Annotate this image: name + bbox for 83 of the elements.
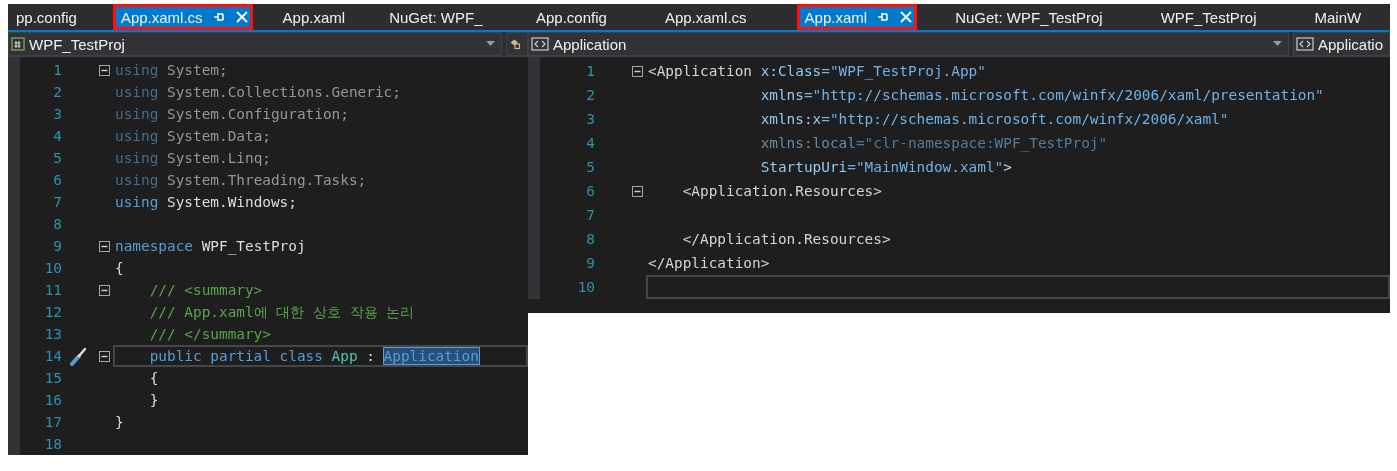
line-number: 10	[43, 260, 62, 276]
line-number: 4	[52, 128, 62, 144]
document-tab[interactable]: App.xaml.cs	[112, 4, 253, 30]
dropdown-arrow-icon	[1272, 41, 1282, 47]
code-brackets-icon	[531, 37, 549, 51]
pin-icon[interactable]	[877, 11, 890, 23]
line-number: 4	[585, 135, 595, 151]
line-number: 14	[43, 348, 62, 364]
line-number: 1	[52, 62, 62, 78]
code-line: using System.Data;	[114, 127, 272, 146]
line-number: 2	[585, 87, 595, 103]
code-line: using System.Configuration;	[114, 105, 350, 124]
code-line: <Application x:Class="WPF_TestProj.App"	[647, 62, 987, 82]
collapse-icon[interactable]	[631, 65, 643, 77]
code-line: xmlns="http://schemas.microsoft.com/winfx/2006/xaml/presentation"	[759, 86, 1325, 105]
line-number: 5	[52, 150, 62, 166]
code-line: xmlns:local="clr-namespace:WPF_TestProj"	[759, 134, 1109, 154]
document-tab[interactable]: App.xaml.cs	[656, 4, 767, 30]
code-line: xmlns:x="http://schemas.microsoft.com/winfx/2006/xaml"	[759, 110, 1230, 129]
line-number: 9	[52, 238, 62, 254]
collapse-icon[interactable]	[631, 185, 643, 197]
code-line: using System.Collections.Generic;	[114, 83, 402, 102]
document-tab[interactable]: WPF_TestProj	[1152, 4, 1277, 30]
document-tab[interactable]: pp.config	[8, 4, 91, 30]
code-line: </Application>	[647, 254, 771, 273]
line-number: 9	[585, 255, 595, 271]
line-number: 15	[43, 370, 62, 386]
code-line: StartupUri="MainWindow.xaml">	[759, 158, 1013, 177]
line-number: 3	[52, 106, 62, 122]
code-line: using System;	[114, 61, 229, 80]
code-line: </Application.Resources>	[681, 230, 892, 249]
code-brackets-icon	[1295, 37, 1314, 51]
document-tab[interactable]: App.xaml	[274, 4, 360, 30]
code-line: /// App.xaml에 대한 상호 작용 논리	[148, 302, 416, 322]
navigation-dropdown[interactable]: Applicatio	[1292, 32, 1390, 56]
line-number: 7	[585, 207, 595, 223]
line-number: 17	[43, 414, 62, 430]
close-icon[interactable]	[899, 10, 914, 24]
line-number: 7	[52, 194, 62, 210]
code-line: /// </summary>	[148, 325, 272, 344]
code-line: /// <summary>	[148, 281, 264, 300]
dropdown-label: Application	[553, 35, 628, 53]
line-number: 11	[43, 282, 62, 298]
code-line: {	[114, 259, 125, 278]
code-line: }	[114, 413, 125, 432]
code-line: <Application.Resources>	[681, 182, 883, 201]
document-tab[interactable]: NuGet: WPF_	[381, 4, 497, 30]
csharp-file-icon	[11, 37, 25, 51]
line-number: 1	[585, 63, 595, 79]
line-number: 2	[52, 84, 62, 100]
navigation-dropdown[interactable]: WPF_TestProj	[8, 32, 502, 56]
code-line: using System.Linq;	[114, 149, 272, 168]
code-line: using System.Threading.Tasks;	[114, 171, 368, 190]
dropdown-label: WPF_TestProj	[29, 35, 126, 53]
code-line: namespace WPF_TestProj	[114, 237, 307, 257]
document-tab[interactable]: NuGet: WPF_TestProj	[947, 4, 1123, 30]
navigation-dropdown[interactable]	[506, 32, 528, 56]
line-number: 5	[585, 159, 595, 175]
document-tab[interactable]: MainW	[1306, 4, 1382, 30]
line-number: 6	[585, 183, 595, 199]
navigation-dropdown[interactable]: Application	[528, 32, 1289, 56]
code-line: }	[148, 391, 160, 410]
collapse-icon[interactable]	[98, 240, 110, 252]
line-number: 13	[43, 326, 62, 342]
line-number: 18	[43, 436, 62, 452]
document-tab[interactable]: App.config	[528, 4, 627, 30]
line-number: 8	[585, 231, 595, 247]
code-line: {	[148, 369, 160, 388]
collapse-icon[interactable]	[98, 284, 110, 296]
line-number: 16	[43, 392, 62, 408]
line-number: 3	[585, 111, 595, 127]
dropdown-arrow-icon	[486, 41, 495, 47]
dropdown-label: Applicatio	[1317, 35, 1383, 53]
code-line: using System.Windows;	[114, 193, 298, 212]
pin-icon[interactable]	[212, 11, 225, 23]
line-number: 12	[43, 304, 62, 320]
document-tab[interactable]: App.xaml	[796, 4, 918, 30]
line-number: 10	[576, 279, 595, 295]
close-icon[interactable]	[234, 10, 249, 24]
line-number: 8	[52, 216, 62, 232]
collapse-icon[interactable]	[98, 350, 110, 362]
collapse-icon[interactable]	[98, 64, 110, 76]
line-number: 6	[52, 172, 62, 188]
